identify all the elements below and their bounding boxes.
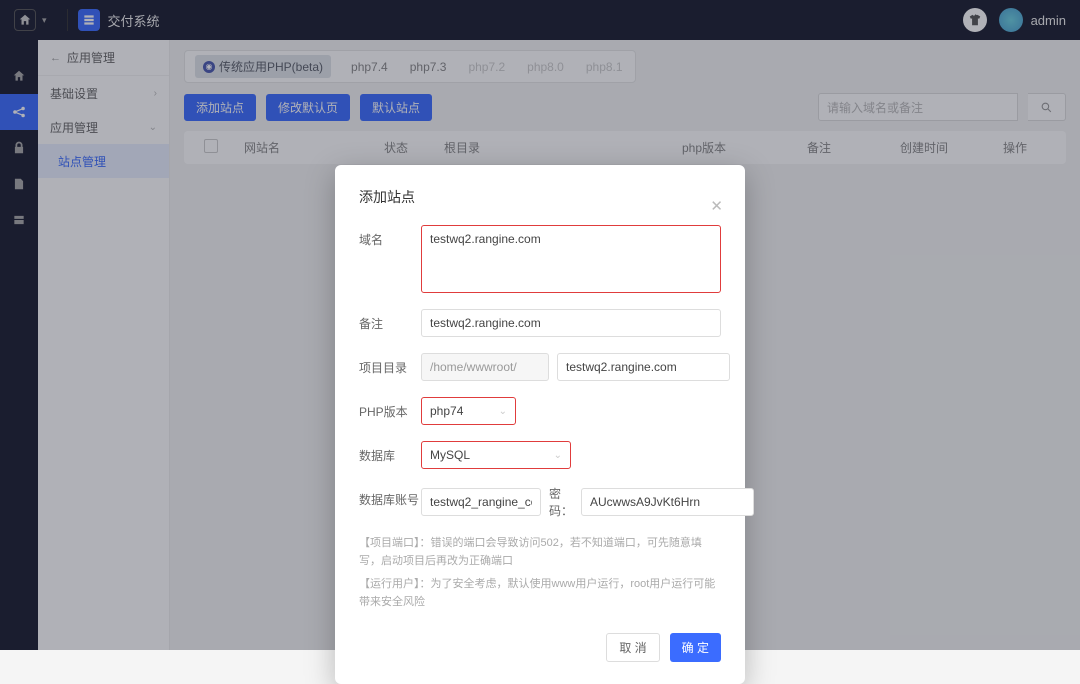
modal-mask: 添加站点 ✕ 域名 testwq2.rangine.com 备注 项目目录 PH…	[0, 0, 1080, 650]
note-label: 备注	[359, 309, 421, 332]
chevron-down-icon: ⌄	[554, 450, 562, 461]
db-select[interactable]: MySQL ⌄	[421, 441, 571, 469]
cancel-button[interactable]: 取 消	[606, 633, 659, 662]
domain-textarea[interactable]: testwq2.rangine.com	[421, 225, 721, 293]
php-label: PHP版本	[359, 397, 421, 420]
modal-title: 添加站点	[359, 187, 721, 207]
db-pwd-input[interactable]	[581, 488, 754, 516]
acct-label: 数据库账号	[359, 485, 421, 508]
tip-user: 【运行用户】：为了安全考虑，默认使用www用户运行，root用户运行可能带来安全…	[359, 576, 721, 611]
dir-prefix	[421, 353, 549, 381]
tip-port: 【项目端口】：错误的端口会导致访问502，若不知道端口，可先随意填写，启动项目后…	[359, 535, 721, 570]
ok-button[interactable]: 确 定	[670, 633, 721, 662]
modal-close-button[interactable]: ✕	[710, 197, 723, 215]
php-select[interactable]: php74 ⌄	[421, 397, 516, 425]
chevron-down-icon: ⌄	[499, 406, 507, 417]
pwd-label: 密码：	[549, 485, 573, 519]
db-label: 数据库	[359, 441, 421, 464]
note-input[interactable]	[421, 309, 721, 337]
domain-label: 域名	[359, 225, 421, 248]
dir-label: 项目目录	[359, 353, 421, 376]
db-user-input[interactable]	[421, 488, 541, 516]
dir-input[interactable]	[557, 353, 730, 381]
add-site-modal: 添加站点 ✕ 域名 testwq2.rangine.com 备注 项目目录 PH…	[335, 165, 745, 684]
